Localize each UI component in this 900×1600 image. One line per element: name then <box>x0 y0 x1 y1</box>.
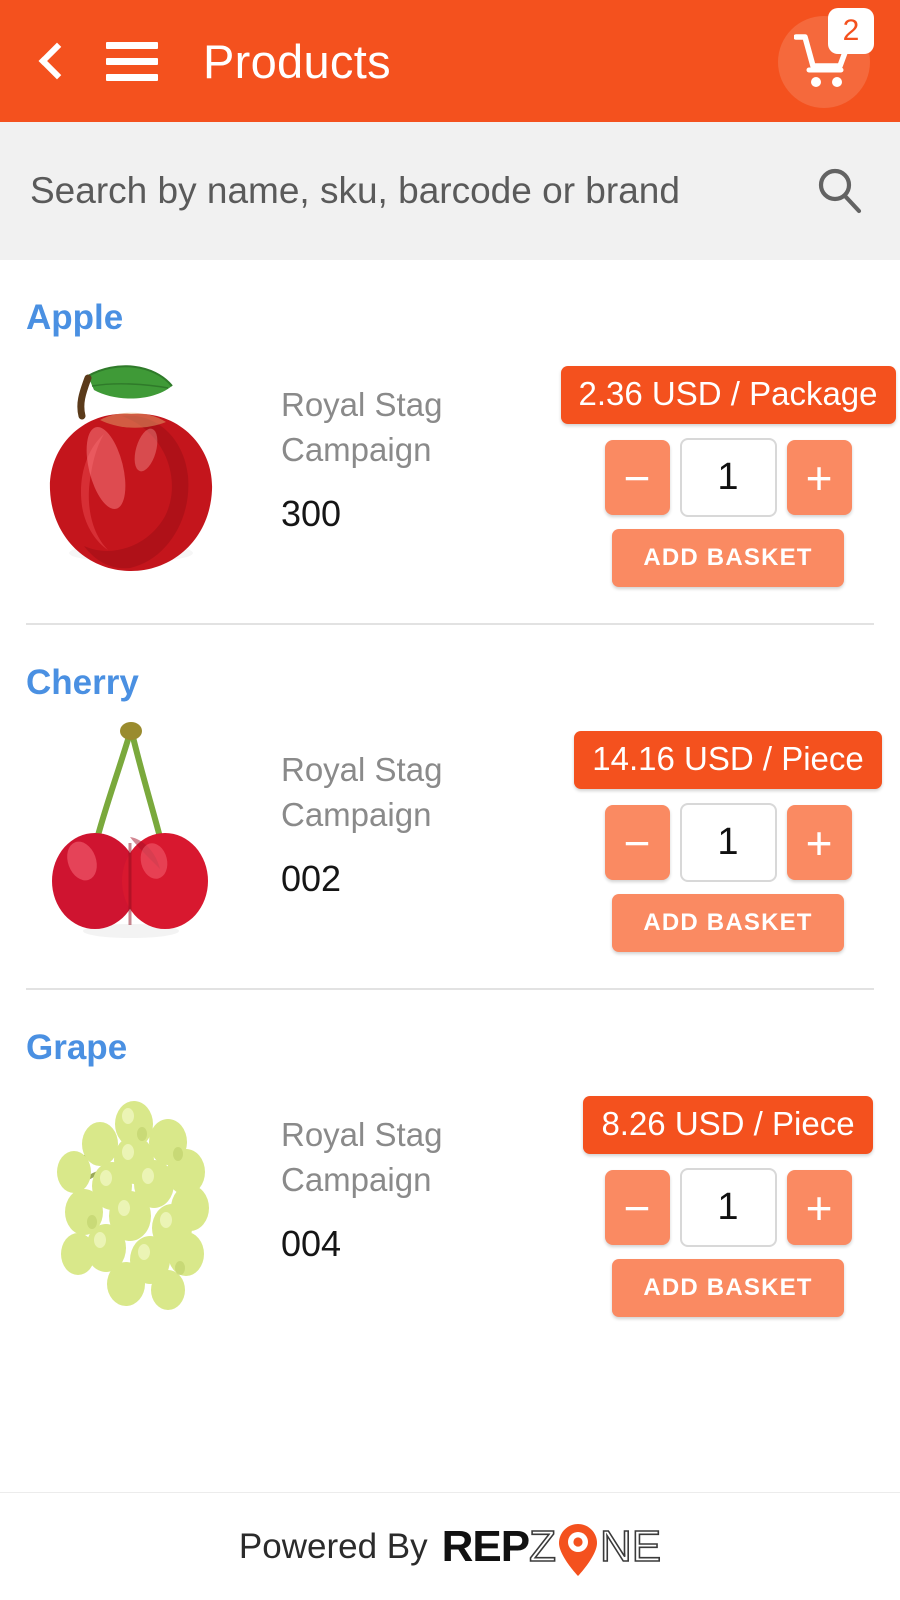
decrease-quantity-button[interactable]: − <box>604 440 670 515</box>
apple-image <box>26 338 236 583</box>
logo-text-rep: REP <box>441 1521 530 1571</box>
powered-by-label: Powered By <box>238 1526 428 1566</box>
quantity-input[interactable] <box>679 438 777 517</box>
product-list: Apple Royal Stag Campaign 300 2.36 USD /… <box>0 260 900 1600</box>
product-campaign: Campaign <box>281 795 432 833</box>
product-info: Royal Stag Campaign 004 <box>236 1068 582 1265</box>
back-button[interactable] <box>30 31 76 91</box>
quantity-stepper: − + <box>604 1168 852 1247</box>
hamburger-line <box>106 73 158 81</box>
products-screen: Products 2 Apple <box>0 0 900 1600</box>
search-icon[interactable] <box>812 164 866 218</box>
decrease-quantity-button[interactable]: − <box>604 805 670 880</box>
add-basket-button[interactable]: ADD BASKET <box>612 894 844 952</box>
add-basket-button[interactable]: ADD BASKET <box>612 529 844 587</box>
grape-image <box>26 1068 236 1313</box>
price-badge: 14.16 USD / Piece <box>574 731 882 789</box>
product-name: Cherry <box>26 663 139 702</box>
product-actions: 8.26 USD / Piece − + ADD BASKET <box>582 1068 874 1317</box>
product-body: Royal Stag Campaign 300 2.36 USD / Packa… <box>0 338 900 587</box>
list-item[interactable]: Grape Royal Stag Campaign 004 8.26 USD /… <box>0 990 900 1317</box>
product-name: Apple <box>26 298 124 337</box>
product-body: Royal Stag Campaign 002 14.16 USD / Piec… <box>0 703 900 952</box>
list-item[interactable]: Cherry Royal Stag Campaign 002 14.16 USD… <box>0 625 900 990</box>
search-input[interactable] <box>30 170 812 212</box>
product-campaign: Campaign <box>281 430 432 468</box>
list-item[interactable]: Apple Royal Stag Campaign 300 2.36 USD /… <box>0 260 900 625</box>
chevron-left-icon <box>38 42 76 80</box>
product-actions: 14.16 USD / Piece − + ADD BASKET <box>574 703 882 952</box>
cherry-image <box>26 703 236 948</box>
app-header: Products 2 <box>0 0 900 122</box>
product-body: Royal Stag Campaign 004 8.26 USD / Piece… <box>0 1068 900 1317</box>
decrease-quantity-button[interactable]: − <box>604 1170 670 1245</box>
product-info: Royal Stag Campaign 300 <box>236 338 582 535</box>
product-brand: Royal Stag <box>281 386 443 423</box>
product-name: Grape <box>26 1028 128 1067</box>
search-bar <box>0 122 900 260</box>
repzone-logo: REP Z NE <box>441 1519 662 1576</box>
price-badge: 2.36 USD / Package <box>560 366 896 424</box>
page-title: Products <box>203 34 391 88</box>
hamburger-line <box>106 41 158 49</box>
product-sku: 004 <box>281 1222 342 1264</box>
hamburger-line <box>106 57 158 65</box>
product-info: Royal Stag Campaign 002 <box>236 703 582 900</box>
quantity-stepper: − + <box>604 438 852 517</box>
product-actions: 2.36 USD / Package − + ADD BASKET <box>560 338 896 587</box>
logo-text-ne: NE <box>599 1521 662 1571</box>
logo-text-z: Z <box>528 1521 556 1571</box>
hamburger-icon[interactable] <box>106 34 162 88</box>
product-sku: 002 <box>281 857 342 899</box>
product-brand: Royal Stag <box>281 751 443 788</box>
product-brand: Royal Stag <box>281 1116 443 1153</box>
product-campaign: Campaign <box>281 1160 432 1198</box>
product-sku: 300 <box>281 492 342 534</box>
map-pin-icon <box>558 1523 597 1576</box>
price-badge: 8.26 USD / Piece <box>583 1096 873 1154</box>
increase-quantity-button[interactable]: + <box>786 440 852 515</box>
cart-count-badge: 2 <box>828 8 874 54</box>
quantity-stepper: − + <box>604 803 852 882</box>
cart-button[interactable]: 2 <box>774 8 874 108</box>
add-basket-button[interactable]: ADD BASKET <box>612 1259 844 1317</box>
increase-quantity-button[interactable]: + <box>786 1170 852 1245</box>
quantity-input[interactable] <box>679 1168 777 1247</box>
quantity-input[interactable] <box>679 803 777 882</box>
increase-quantity-button[interactable]: + <box>786 805 852 880</box>
footer-branding: Powered By REP Z NE <box>0 1492 900 1600</box>
